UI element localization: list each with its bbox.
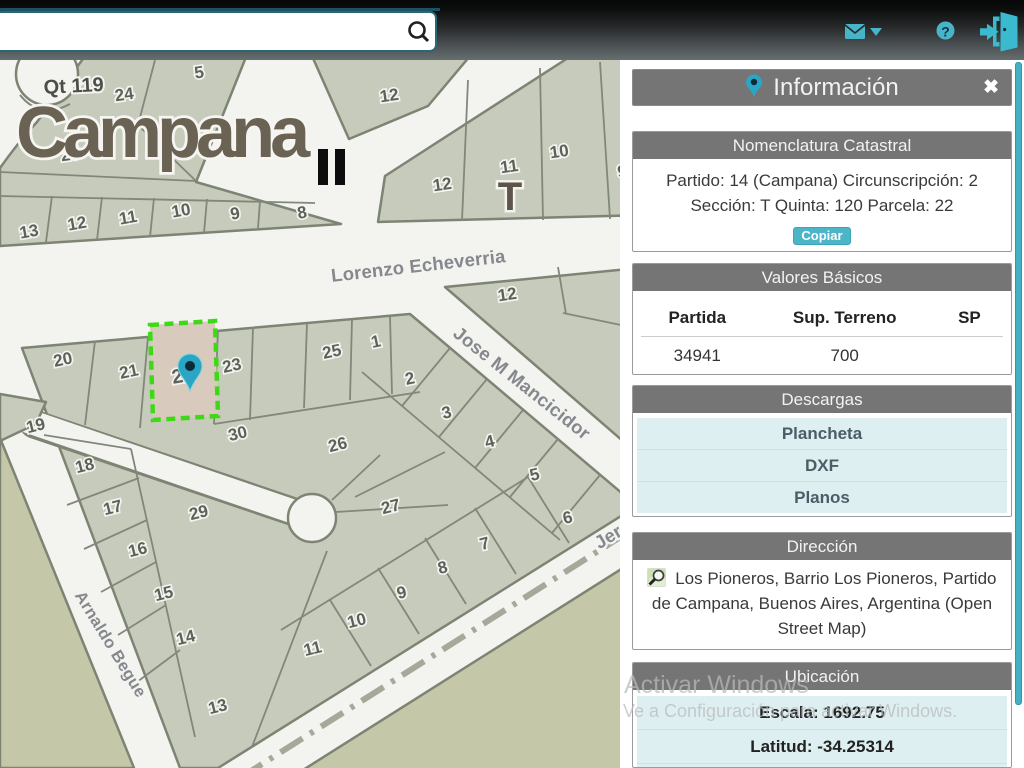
svg-text:20: 20 [52, 348, 74, 371]
svg-text:12: 12 [432, 174, 453, 195]
svg-text:12: 12 [379, 85, 400, 106]
svg-text:13: 13 [18, 221, 40, 243]
svg-text:?: ? [941, 24, 950, 40]
svg-text:11: 11 [118, 207, 139, 229]
svg-text:Campana: Campana [16, 93, 311, 173]
svg-text:21: 21 [118, 360, 140, 383]
svg-text:23: 23 [221, 354, 243, 377]
svg-text:10: 10 [170, 200, 192, 222]
svg-text:12: 12 [497, 284, 518, 305]
svg-text:11: 11 [499, 156, 519, 177]
svg-text:10: 10 [549, 141, 570, 162]
svg-text:12: 12 [66, 213, 88, 235]
svg-text:T: T [498, 175, 522, 219]
svg-text:25: 25 [321, 340, 343, 363]
